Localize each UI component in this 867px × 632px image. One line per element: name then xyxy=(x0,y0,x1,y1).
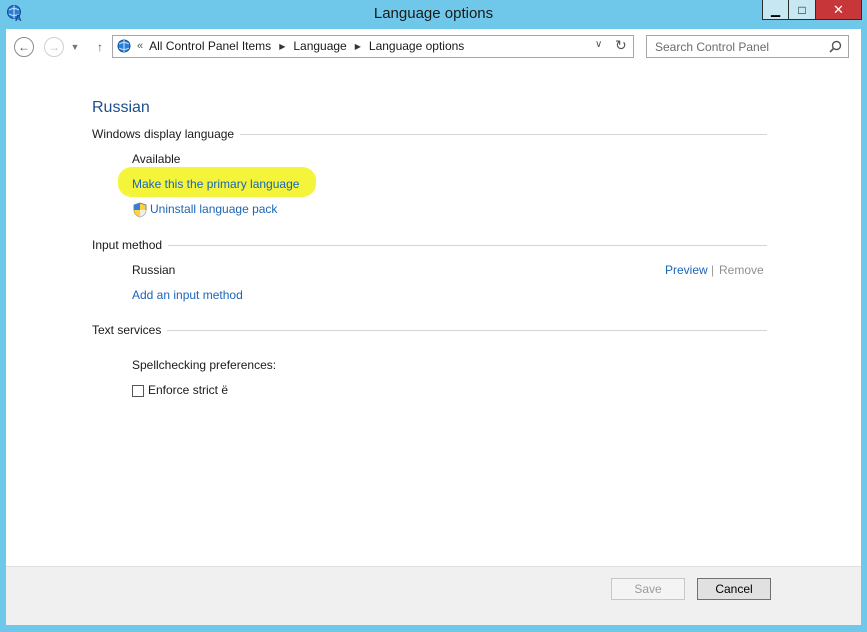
breadcrumb-separator-icon[interactable]: ▶ xyxy=(355,42,361,51)
close-button[interactable]: ✕ xyxy=(816,0,862,20)
page-title: Russian xyxy=(92,99,150,116)
breadcrumb-overflow-icon[interactable]: « xyxy=(137,40,143,52)
link-separator: | xyxy=(711,263,715,277)
enforce-strict-checkbox[interactable] xyxy=(132,385,144,397)
recent-locations-button[interactable]: ▼ xyxy=(68,37,82,57)
dialog-footer: Save Cancel xyxy=(6,566,861,625)
section-text-services: Text services xyxy=(92,323,767,337)
search-input[interactable] xyxy=(647,36,831,57)
cancel-button[interactable]: Cancel xyxy=(697,578,771,600)
breadcrumb-item-control-panel[interactable]: All Control Panel Items xyxy=(149,39,271,53)
search-box[interactable] xyxy=(646,35,849,58)
add-input-method-link[interactable]: Add an input method xyxy=(132,288,243,302)
language-status: Available xyxy=(132,152,181,166)
breadcrumb: « All Control Panel Items ▶ Language ▶ L… xyxy=(137,39,464,53)
client-area: ← → ▼ ↑ « All Control Panel Items ▶ Lang… xyxy=(6,29,861,625)
window-title: Language options xyxy=(373,5,494,22)
back-button[interactable]: ← xyxy=(14,37,34,57)
address-bar[interactable]: « All Control Panel Items ▶ Language ▶ L… xyxy=(112,35,634,58)
section-title: Input method xyxy=(92,238,169,252)
spellchecking-label: Spellchecking preferences: xyxy=(132,358,277,372)
make-primary-link[interactable]: Make this the primary language xyxy=(132,177,299,191)
search-icon[interactable] xyxy=(829,40,842,53)
window: A Language options ▁ □ ✕ ← → ▼ ↑ « All C… xyxy=(0,0,867,632)
navigation-bar: ← → ▼ ↑ « All Control Panel Items ▶ Lang… xyxy=(6,29,861,65)
close-icon: ✕ xyxy=(833,1,844,17)
section-divider xyxy=(92,245,767,246)
control-panel-icon xyxy=(117,39,131,53)
minimize-icon: ▁ xyxy=(770,2,781,17)
preview-link[interactable]: Preview xyxy=(665,263,708,277)
title-bar[interactable]: A Language options ▁ □ ✕ xyxy=(0,0,867,28)
refresh-icon[interactable]: ↻ xyxy=(615,37,627,54)
save-button[interactable]: Save xyxy=(611,578,685,600)
section-title: Text services xyxy=(92,323,168,337)
forward-button[interactable]: → xyxy=(44,37,64,57)
up-arrow-icon: ↑ xyxy=(97,40,103,54)
section-divider xyxy=(92,330,767,331)
up-button[interactable]: ↑ xyxy=(90,37,110,57)
breadcrumb-item-language[interactable]: Language xyxy=(293,39,346,53)
chevron-down-icon: ▼ xyxy=(70,42,80,52)
forward-arrow-icon: → xyxy=(48,40,60,54)
address-dropdown-icon[interactable]: ∨ xyxy=(595,39,602,50)
breadcrumb-item-language-options[interactable]: Language options xyxy=(369,39,464,53)
maximize-button[interactable]: □ xyxy=(789,0,816,20)
section-display-language: Windows display language xyxy=(92,127,767,141)
input-method-name: Russian xyxy=(132,263,176,277)
section-title: Windows display language xyxy=(92,127,241,141)
enforce-strict-label[interactable]: Enforce strict ё xyxy=(148,383,228,397)
back-arrow-icon: ← xyxy=(18,40,30,54)
section-input-method: Input method xyxy=(92,238,767,252)
uninstall-language-pack-link[interactable]: Uninstall language pack xyxy=(150,202,277,216)
remove-link[interactable]: Remove xyxy=(719,263,764,277)
uac-shield-icon xyxy=(133,202,147,218)
breadcrumb-separator-icon[interactable]: ▶ xyxy=(279,42,285,51)
minimize-button[interactable]: ▁ xyxy=(762,0,789,20)
maximize-icon: □ xyxy=(798,2,806,17)
